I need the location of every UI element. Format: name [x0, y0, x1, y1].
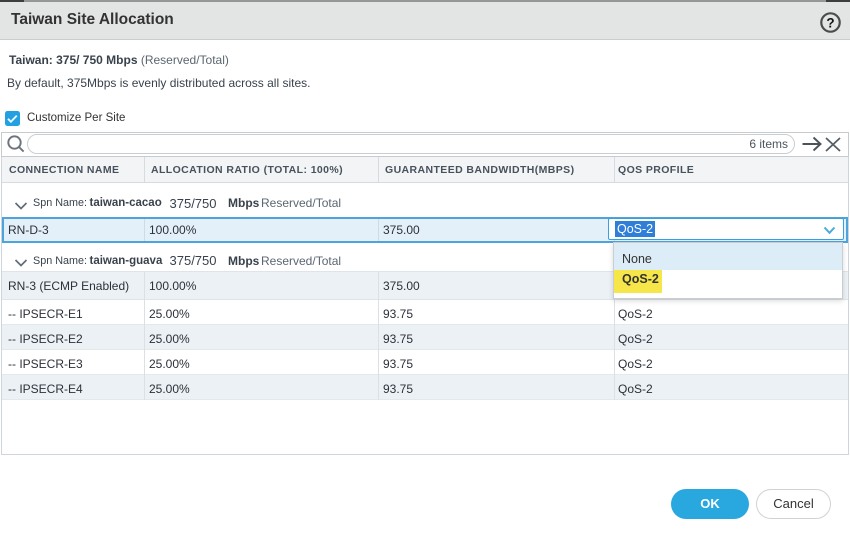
svg-text:?: ?: [826, 15, 834, 30]
